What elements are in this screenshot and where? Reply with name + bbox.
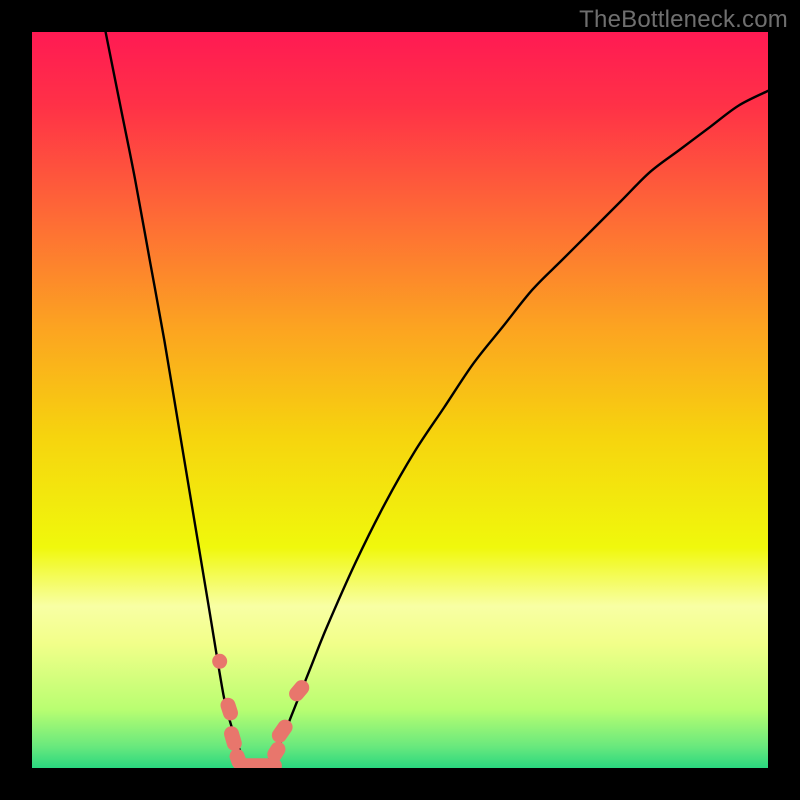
chart-svg [32, 32, 768, 768]
watermark-text: TheBottleneck.com [579, 6, 788, 34]
plot-area [32, 32, 768, 768]
marker-dot [212, 654, 227, 669]
outer-frame: TheBottleneck.com [0, 0, 800, 800]
gradient-background [32, 32, 768, 768]
